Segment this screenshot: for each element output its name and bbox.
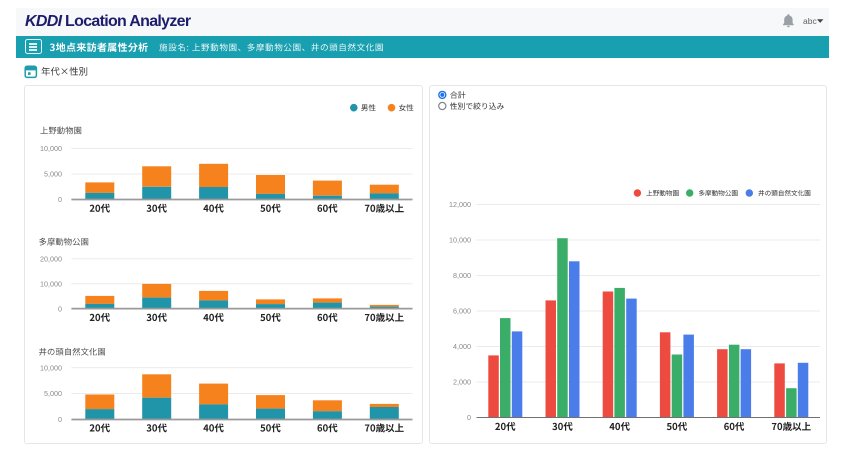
svg-text:12,000: 12,000 [449,200,471,209]
svg-text:6,000: 6,000 [453,307,471,316]
svg-text:5,000: 5,000 [44,389,62,398]
svg-text:0: 0 [58,195,62,204]
svg-text:10,000: 10,000 [449,236,471,245]
svg-text:0: 0 [58,415,62,424]
svg-text:10,000: 10,000 [40,279,62,288]
svg-text:8,000: 8,000 [453,271,471,280]
svg-text:0: 0 [467,413,471,422]
svg-text:2,000: 2,000 [453,378,471,387]
svg-text:5,000: 5,000 [44,170,62,179]
svg-text:0: 0 [58,304,62,313]
svg-text:20,000: 20,000 [40,255,62,264]
svg-text:4,000: 4,000 [453,342,471,351]
svg-text:10,000: 10,000 [40,144,62,153]
svg-text:10,000: 10,000 [40,363,62,372]
